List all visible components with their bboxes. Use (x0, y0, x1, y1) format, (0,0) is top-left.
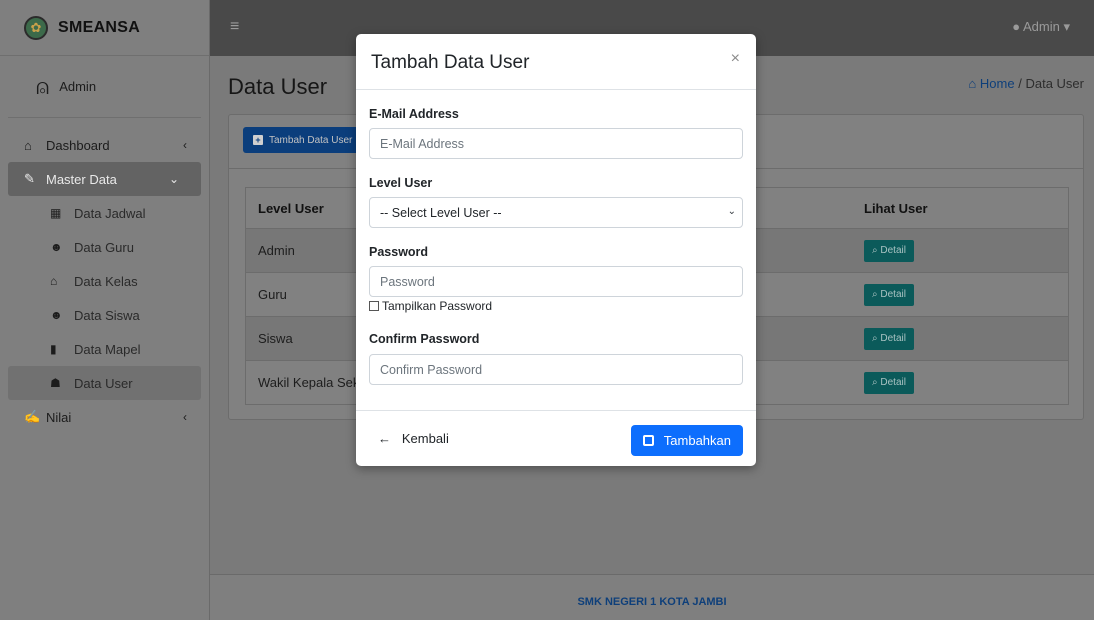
sidebar-item-data-siswa[interactable]: ☻ Data Siswa (0, 298, 209, 332)
confirm-password-field[interactable]: Confirm Password (369, 354, 743, 385)
edit-icon: ✎ (24, 171, 35, 186)
detail-button-label: Detail (880, 289, 906, 300)
detail-button-label: Detail (880, 333, 906, 344)
users-icon: ☻ (50, 240, 63, 254)
close-icon[interactable]: × (731, 50, 740, 68)
sidebar-item-dashboard[interactable]: ⌂ Dashboard ‹ (0, 128, 209, 162)
user-name: Admin (59, 79, 97, 94)
breadcrumb: ⌂ Home / Data User (968, 76, 1084, 91)
breadcrumb-current: Data User (1025, 76, 1084, 91)
email-label: E-Mail Address (369, 107, 459, 121)
chevron-left-icon: ‹ (183, 138, 187, 152)
password-placeholder: Password (380, 274, 435, 289)
add-user-button[interactable]: + Tambah Data User (243, 127, 363, 153)
sidebar-item-label: Dashboard (46, 137, 110, 153)
sidebar-item-label: Data Jadwal (74, 205, 146, 221)
sidebar-item-master-data[interactable]: ✎ Master Data ⌄ (8, 162, 201, 196)
brand[interactable]: ✿ SMEANSA (0, 0, 209, 56)
level-user-selected: -- Select Level User -- (380, 205, 502, 220)
user-plus-icon: ☗ (50, 376, 61, 390)
detail-button-label: Detail (880, 377, 906, 388)
search-icon: ⌕ (872, 377, 881, 388)
search-icon: ⌕ (872, 245, 881, 256)
sidebar: ✿ SMEANSA ⍝ Admin ⌂ Dashboard ‹ ✎ Master… (0, 0, 210, 620)
add-user-button-label: Tambah Data User (269, 134, 353, 146)
level-user-select[interactable]: -- Select Level User -- ⌄ (369, 197, 743, 228)
modal-header: Tambah Data User × (356, 34, 756, 90)
admin-dropdown[interactable]: ● Admin ▾ (1012, 19, 1070, 35)
modal-title: Tambah Data User (371, 52, 530, 73)
home-icon: ⌂ (24, 137, 32, 153)
sidebar-item-label: Data Kelas (74, 273, 138, 289)
chevron-down-icon: ⌄ (168, 172, 179, 186)
signature-icon: ✍ (24, 409, 41, 424)
sidebar-item-data-jadwal[interactable]: ▦ Data Jadwal (0, 196, 209, 230)
back-button-label: Kembali (401, 431, 449, 446)
breadcrumb-home-label: Home (979, 76, 1015, 91)
sidebar-item-data-kelas[interactable]: ⌂ Data Kelas (0, 264, 209, 298)
add-user-modal: Tambah Data User × E-Mail Address E-Mail… (356, 34, 756, 466)
detail-button[interactable]: ⌕ Detail (864, 283, 914, 306)
users-icon: ☻ (50, 308, 63, 322)
confirm-password-placeholder: Confirm Password (380, 362, 483, 377)
sidebar-item-data-mapel[interactable]: ▮ Data Mapel (0, 332, 209, 366)
user-panel[interactable]: ⍝ Admin (8, 56, 201, 118)
sidebar-item-data-guru[interactable]: ☻ Data Guru (0, 230, 209, 264)
home-icon: ⌂ (968, 76, 977, 91)
calendar-icon: ▦ (50, 206, 62, 220)
column-header-lihat: Lihat User (864, 200, 928, 216)
school-logo-icon: ✿ (24, 15, 48, 40)
email-field[interactable]: E-Mail Address (369, 128, 743, 159)
search-icon: ⌕ (872, 289, 881, 300)
sidebar-item-label: Nilai (46, 409, 72, 425)
show-password-label: Tampilkan Password (382, 299, 493, 313)
confirm-password-label: Confirm Password (369, 332, 480, 346)
search-icon: ⌕ (872, 333, 881, 344)
detail-button[interactable]: ⌕ Detail (864, 327, 914, 350)
brand-name: SMEANSA (58, 18, 141, 36)
sidebar-nav: ⌂ Dashboard ‹ ✎ Master Data ⌄ ▦ Data Jad… (0, 118, 209, 434)
sidebar-item-label: Master Data (46, 171, 117, 187)
breadcrumb-separator: / (1018, 76, 1022, 91)
chevron-left-icon: ‹ (183, 410, 187, 424)
detail-button-label: Detail (880, 245, 906, 256)
submit-button[interactable]: Tambahkan (630, 425, 743, 456)
arrow-left-icon: ← (378, 431, 399, 446)
save-icon (642, 435, 654, 446)
password-label: Password (369, 245, 429, 259)
detail-button[interactable]: ⌕ Detail (864, 371, 914, 394)
page-title: Data User (228, 74, 328, 99)
user-outline-icon: ⍝ (36, 73, 50, 99)
book-icon: ▮ (50, 342, 57, 356)
sidebar-item-label: Data Mapel (74, 341, 141, 357)
email-placeholder: E-Mail Address (380, 136, 465, 151)
level-user-label: Level User (369, 176, 433, 190)
breadcrumb-home-link[interactable]: ⌂ Home (968, 76, 1018, 91)
sidebar-item-label: Data Siswa (74, 307, 140, 323)
sidebar-item-label: Data Guru (74, 239, 134, 255)
plus-square-icon: + (253, 135, 263, 145)
sidebar-item-nilai[interactable]: ✍ Nilai ‹ (0, 400, 209, 434)
caret-down-icon: ▾ (1063, 19, 1070, 34)
home-icon: ⌂ (50, 274, 58, 288)
modal-footer: ← Kembali Tambahkan (356, 410, 756, 466)
chevron-down-icon: ⌄ (727, 206, 736, 217)
password-field[interactable]: Password (369, 266, 743, 297)
hamburger-menu-icon[interactable]: ≡ (230, 18, 239, 36)
detail-button[interactable]: ⌕ Detail (864, 239, 914, 262)
back-button[interactable]: ← Kembali (378, 431, 449, 446)
submit-button-label: Tambahkan (663, 433, 731, 448)
sidebar-item-label: Data User (74, 375, 133, 391)
show-password-checkbox[interactable] (369, 301, 379, 311)
sidebar-item-data-user[interactable]: ☗ Data User (8, 366, 201, 400)
footer: SMK NEGERI 1 KOTA JAMBI (210, 574, 1094, 620)
admin-dropdown-label: Admin (1022, 19, 1060, 34)
user-circle-icon: ● (1012, 19, 1021, 34)
show-password-row: Tampilkan Password (369, 299, 492, 313)
